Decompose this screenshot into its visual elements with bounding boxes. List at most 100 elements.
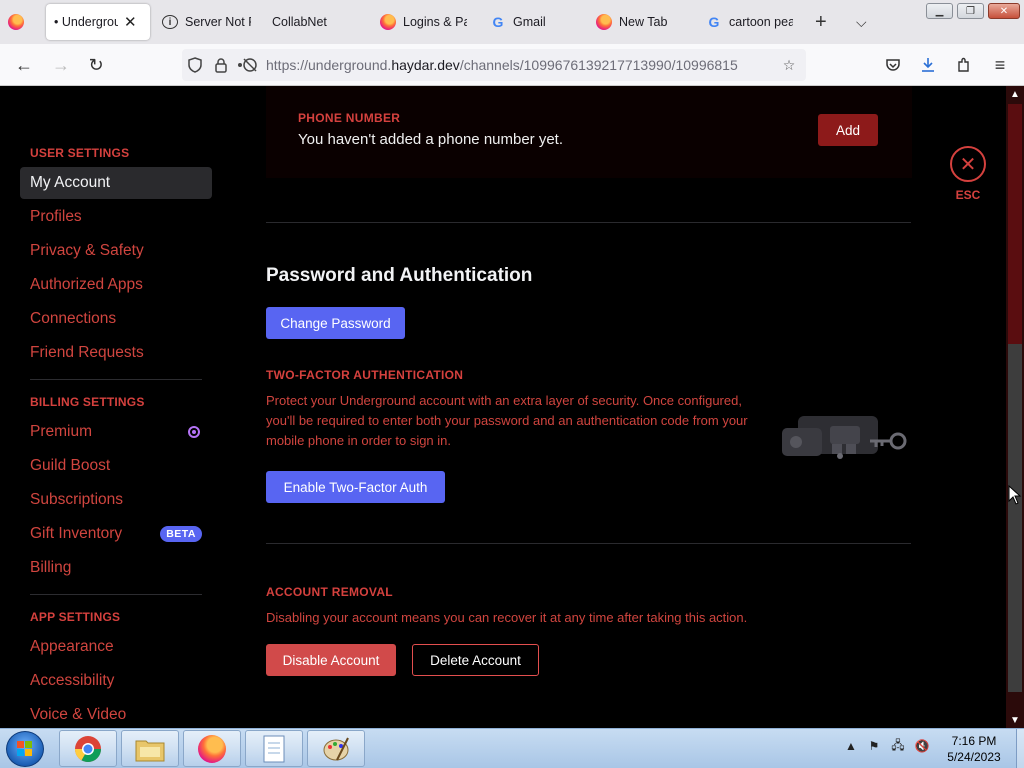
tab-title: Gmail	[513, 15, 546, 29]
sidebar-item-my-account[interactable]: My Account	[20, 167, 212, 199]
phone-number-label: PHONE NUMBER	[298, 111, 401, 125]
sidebar-item-profiles[interactable]: Profiles	[20, 201, 212, 233]
tab-new-tab[interactable]: New Tab	[596, 4, 692, 40]
pocket-icon[interactable]	[882, 54, 904, 76]
two-factor-description: Protect your Underground account with an…	[266, 393, 748, 448]
tab-title: • Undergroun	[54, 15, 118, 29]
bookmark-star-icon[interactable]: ☆	[776, 57, 802, 74]
disable-account-button[interactable]: Disable Account	[266, 644, 396, 676]
tab-collabnet[interactable]: CollabNet	[272, 4, 362, 40]
scroll-up-arrow-icon[interactable]: ▲	[1006, 86, 1024, 102]
tab-title: cartoon pea	[729, 15, 793, 29]
tab-title: Logins & Pa	[403, 15, 467, 29]
forward-arrow-icon[interactable]: →	[50, 54, 72, 76]
taskbar-clock[interactable]: 7:16 PM 5/24/2023	[934, 733, 1014, 765]
navigation-toolbar: ← → ↻ https://underground.haydar.dev/cha…	[0, 44, 1024, 86]
sidebar-item-gift-inventory[interactable]: Gift Inventory BETA	[20, 518, 212, 550]
sidebar-divider	[30, 379, 202, 380]
tab-title: New Tab	[619, 15, 668, 29]
volume-muted-icon[interactable]: 🔇	[913, 737, 931, 755]
url-bar[interactable]: https://underground.haydar.dev/channels/…	[182, 49, 806, 81]
sidebar-item-billing[interactable]: Billing	[20, 552, 212, 584]
lock-icon[interactable]	[208, 57, 234, 73]
sidebar-item-connections[interactable]: Connections	[20, 303, 212, 335]
sidebar-item-premium[interactable]: Premium	[20, 416, 212, 448]
taskbar-paint[interactable]	[307, 730, 365, 767]
tab-underground[interactable]: • Undergroun ✕	[46, 4, 150, 40]
change-password-button[interactable]: Change Password	[266, 307, 405, 339]
notepad-icon	[263, 735, 285, 762]
sidebar-divider	[30, 594, 202, 595]
firefox-icon	[596, 14, 612, 30]
tab-logins[interactable]: Logins & Pa	[380, 4, 476, 40]
two-factor-label: TWO-FACTOR AUTHENTICATION	[266, 368, 464, 382]
downloads-icon[interactable]	[917, 54, 939, 76]
folder-icon	[135, 740, 165, 761]
scrollbar-track	[1008, 104, 1022, 344]
sidebar-item-friend-requests[interactable]: Friend Requests	[20, 337, 212, 369]
sidebar-item-subscriptions[interactable]: Subscriptions	[20, 484, 212, 516]
tab-title: Server Not F	[185, 15, 251, 29]
extensions-icon[interactable]	[953, 54, 975, 76]
phone-number-text: You haven't added a phone number yet.	[298, 131, 564, 148]
tab-cartoon[interactable]: G cartoon pea	[706, 4, 798, 40]
chrome-icon	[74, 735, 102, 762]
url-domain: haydar.dev	[391, 57, 460, 73]
taskbar-notepad[interactable]	[245, 730, 303, 767]
settings-sidebar: USER SETTINGS My Account Profiles Privac…	[0, 86, 218, 728]
sidebar-item-accessibility[interactable]: Accessibility	[20, 665, 212, 697]
sidebar-item-appearance[interactable]: Appearance	[20, 631, 212, 663]
scroll-down-arrow-icon[interactable]: ▼	[1006, 712, 1024, 728]
account-removal-label: ACCOUNT REMOVAL	[266, 585, 393, 599]
google-icon: G	[708, 14, 720, 30]
back-arrow-icon[interactable]: ←	[13, 54, 35, 76]
url-text[interactable]: https://underground.haydar.dev/channels/…	[266, 57, 746, 73]
window-close-button[interactable]: ✕	[988, 3, 1020, 19]
scrollbar-thumb[interactable]	[1008, 344, 1022, 692]
sidebar-item-authorized-apps[interactable]: Authorized Apps	[20, 269, 212, 301]
permissions-icon[interactable]	[234, 57, 260, 73]
shield-icon[interactable]	[182, 57, 208, 73]
firefox-menu-icon[interactable]	[8, 4, 30, 40]
close-icon[interactable]: ✕	[124, 13, 137, 31]
password-auth-heading: Password and Authentication	[266, 265, 533, 286]
mouse-cursor-icon	[1008, 485, 1022, 505]
sidebar-item-voice-video[interactable]: Voice & Video	[20, 699, 212, 728]
nitro-icon	[188, 426, 200, 438]
google-icon: G	[492, 14, 504, 30]
reload-icon[interactable]: ↻	[85, 54, 107, 76]
page-scrollbar[interactable]: ▲ ▼	[1006, 86, 1024, 728]
url-path: /channels/1099676139217713990/10996815	[459, 57, 738, 73]
billing-settings-header: BILLING SETTINGS	[30, 395, 145, 409]
show-desktop-button[interactable]	[1016, 729, 1024, 768]
network-icon[interactable]: 🖧	[889, 737, 907, 755]
close-icon[interactable]: ✕	[950, 146, 986, 182]
url-prefix: https://underground.	[266, 57, 392, 73]
menu-hamburger-icon[interactable]: ≡	[989, 54, 1011, 76]
account-content: PHONE NUMBER You haven't added a phone n…	[218, 86, 948, 728]
section-divider	[266, 222, 911, 223]
action-center-flag-icon[interactable]: ⚑	[865, 737, 883, 755]
clock-date: 5/24/2023	[947, 750, 1001, 764]
minimize-button[interactable]: ▁	[926, 3, 953, 19]
firefox-icon	[380, 14, 396, 30]
new-tab-plus-icon[interactable]: +	[815, 4, 833, 40]
start-button[interactable]	[6, 731, 44, 767]
add-phone-button[interactable]: Add	[818, 114, 878, 146]
sidebar-item-guild-boost[interactable]: Guild Boost	[20, 450, 212, 482]
taskbar-file-explorer[interactable]	[121, 730, 179, 767]
taskbar-chrome[interactable]	[59, 730, 117, 767]
maximize-button[interactable]: ❐	[957, 3, 984, 19]
beta-badge: BETA	[160, 526, 202, 542]
list-all-tabs-chevron-icon[interactable]: ⌵	[856, 4, 874, 40]
tab-gmail[interactable]: G Gmail	[490, 4, 580, 40]
delete-account-button[interactable]: Delete Account	[412, 644, 539, 676]
windows-taskbar: ▲ ⚑ 🖧 🔇 7:16 PM 5/24/2023	[0, 728, 1024, 768]
close-settings-button[interactable]: ✕ ESC	[948, 146, 988, 202]
tab-server-not-found[interactable]: i Server Not F	[162, 4, 274, 40]
sidebar-item-privacy-safety[interactable]: Privacy & Safety	[20, 235, 212, 267]
taskbar-firefox[interactable]	[183, 730, 241, 767]
clock-time: 7:16 PM	[951, 734, 997, 748]
show-hidden-icons-icon[interactable]: ▲	[842, 737, 860, 755]
enable-two-factor-button[interactable]: Enable Two-Factor Auth	[266, 471, 445, 503]
